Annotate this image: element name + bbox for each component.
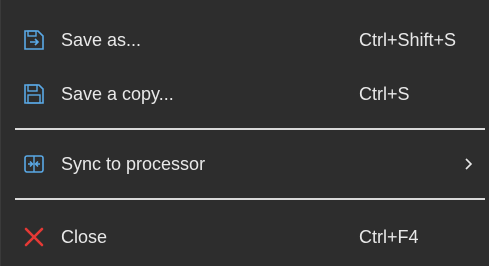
menu-item-label: Save a copy... <box>61 84 174 104</box>
menu-item-shortcut: Ctrl+S <box>359 84 410 104</box>
save-as-icon <box>23 29 45 51</box>
menu-item-shortcut: Ctrl+Shift+S <box>359 30 457 50</box>
save-copy-icon <box>23 83 45 105</box>
menu-item-label: Sync to processor <box>61 154 206 174</box>
menu-item-save-as[interactable]: Save as... Ctrl+Shift+S <box>1 18 489 62</box>
menu-item-shortcut: Ctrl+F4 <box>359 227 419 247</box>
menu-separator <box>15 198 485 200</box>
menu-item-sync-to-processor[interactable]: Sync to processor <box>1 142 489 186</box>
menu-item-label: Close <box>61 227 108 247</box>
menu-separator <box>15 128 485 130</box>
menu-item-save-copy[interactable]: Save a copy... Ctrl+S <box>1 72 489 116</box>
close-icon <box>23 226 45 248</box>
menu-item-close[interactable]: Close Ctrl+F4 <box>1 215 489 259</box>
chevron-right-icon <box>462 153 476 175</box>
menu-item-label: Save as... <box>61 30 142 50</box>
sync-icon <box>23 153 45 175</box>
context-menu: Save as... Ctrl+Shift+S Save a copy... C… <box>0 0 489 266</box>
